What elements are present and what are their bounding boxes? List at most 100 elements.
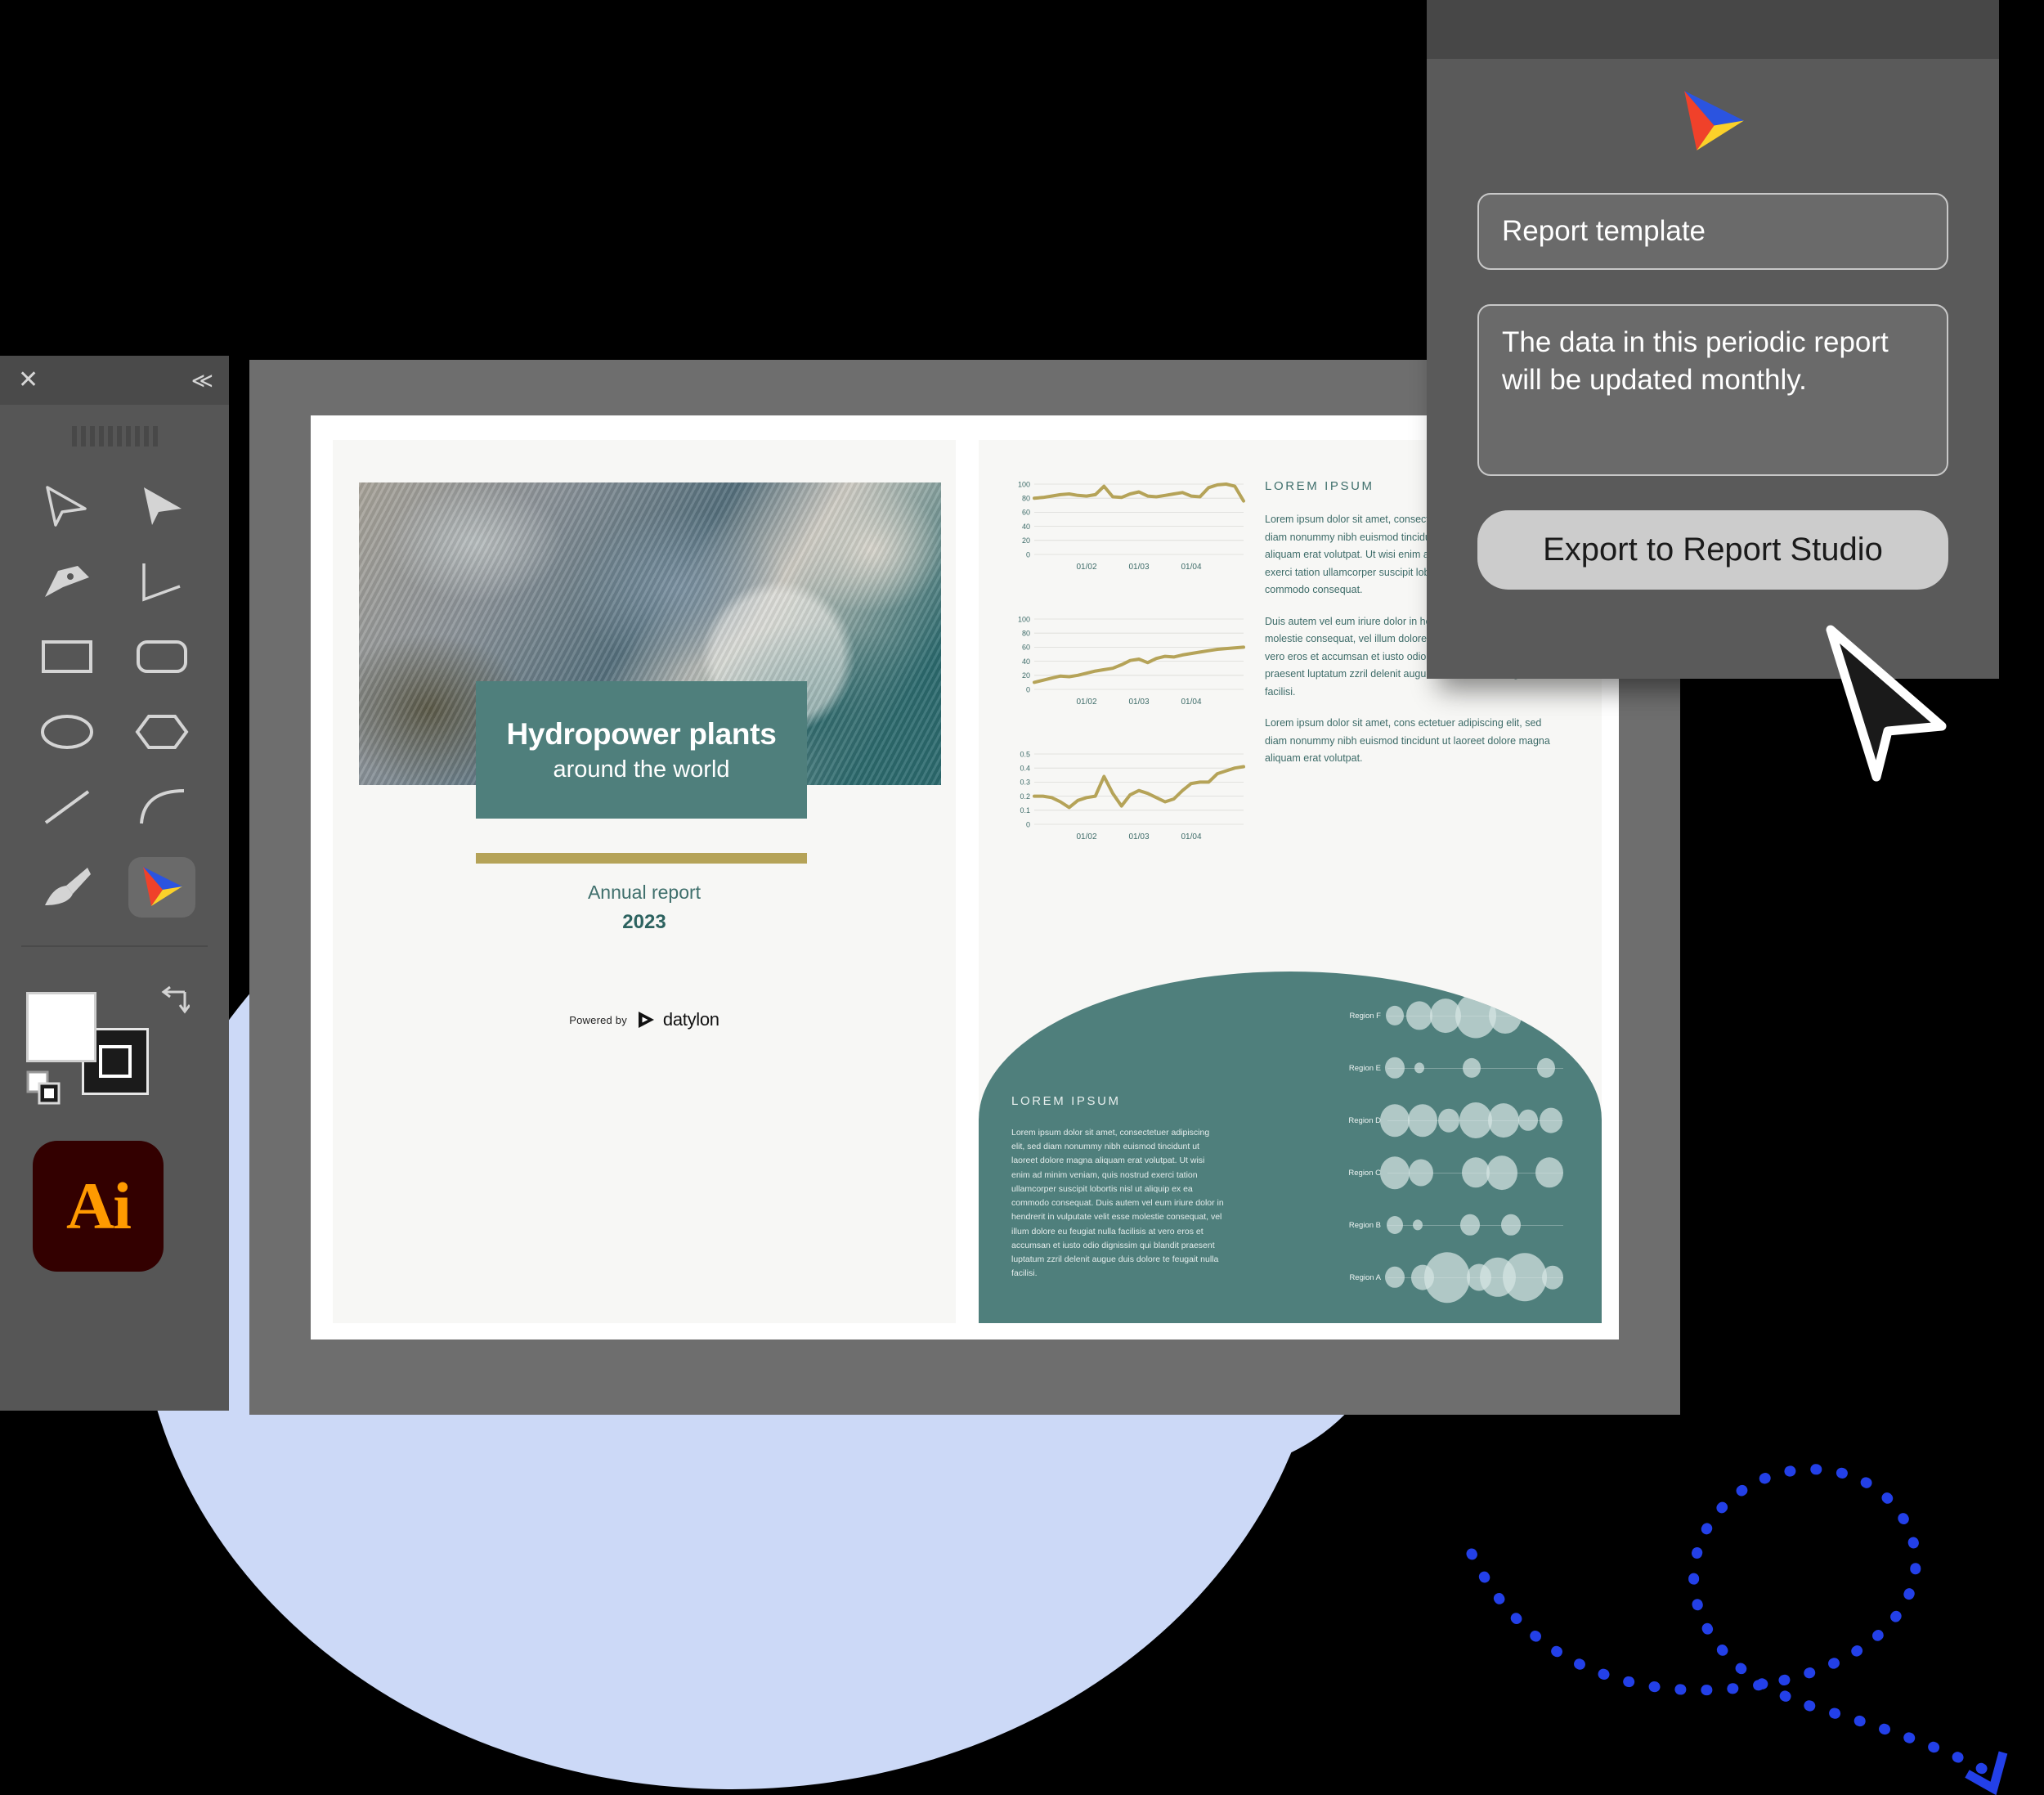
gold-divider-rule <box>476 853 807 864</box>
mini-line-chart: 0 20 40 60 80 100 01/02 01/03 01/04 <box>1005 479 1250 580</box>
report-description-input[interactable]: The data in this periodic report will be… <box>1477 304 1948 477</box>
dialog-title-bar[interactable] <box>1427 0 1999 59</box>
bubble <box>1459 1102 1492 1138</box>
svg-text:01/02: 01/02 <box>1076 698 1096 707</box>
bubble <box>1460 1214 1481 1236</box>
bubble <box>1518 1109 1538 1132</box>
bubble <box>1463 1057 1481 1079</box>
report-year-label: 2023 <box>622 911 666 933</box>
svg-text:01/03: 01/03 <box>1128 832 1149 841</box>
bubble-row-label: Region E <box>1348 1063 1381 1073</box>
svg-text:0.4: 0.4 <box>1020 765 1030 773</box>
page-subtitle: around the world <box>553 756 730 783</box>
document-page[interactable]: Hydropower plants around the world Annua… <box>311 415 1619 1340</box>
svg-text:0: 0 <box>1026 550 1030 559</box>
region-bubble-chart: Region F Region E Region D Region C Region B… <box>1342 989 1587 1308</box>
svg-text:40: 40 <box>1022 657 1030 666</box>
svg-text:0.1: 0.1 <box>1020 806 1030 814</box>
arc-tool[interactable] <box>131 782 193 832</box>
bubble-track <box>1386 1199 1563 1251</box>
polygon-tool[interactable] <box>131 707 193 757</box>
svg-text:20: 20 <box>1022 536 1030 545</box>
bubble-row: Region A <box>1342 1251 1564 1304</box>
close-icon[interactable]: ✕ <box>18 368 38 393</box>
report-template-input[interactable]: Report template <box>1477 193 1948 271</box>
bubble <box>1414 1062 1424 1074</box>
direct-selection-tool[interactable] <box>131 481 193 532</box>
bubble-track <box>1385 989 1563 1042</box>
svg-text:01/02: 01/02 <box>1076 563 1096 572</box>
default-fill-stroke-icon[interactable] <box>26 1070 62 1105</box>
cover-meta: Annual report 2023 <box>333 882 956 934</box>
datylon-play-icon <box>638 1012 654 1028</box>
bubble <box>1379 1104 1410 1137</box>
pen-tool[interactable] <box>36 556 98 607</box>
tool-panel: ✕ ≪ Ai <box>0 356 229 1411</box>
bubble <box>1438 1108 1460 1133</box>
bubble-row-label: Region A <box>1349 1272 1381 1282</box>
tool-panel-header: ✕ ≪ <box>0 356 229 405</box>
export-dialog: Report template The data in this periodi… <box>1427 0 1999 679</box>
illustrator-app-badge[interactable]: Ai <box>33 1141 164 1272</box>
bubble-row: Region E <box>1342 1042 1563 1094</box>
datylon-logo-icon <box>143 867 182 906</box>
bubble-row: Region C <box>1342 1147 1563 1199</box>
powered-by-footer: Powered by datylon <box>333 1009 956 1030</box>
teal-highlight-panel: LOREM IPSUM Lorem ipsum dolor sit amet, … <box>979 972 1602 1323</box>
bubble <box>1384 1266 1405 1289</box>
page-title: Hydropower plants <box>506 716 777 751</box>
collapse-left-icon[interactable]: ≪ <box>191 370 213 391</box>
bubble-row-label: Region F <box>1349 1011 1381 1021</box>
cover-page[interactable]: Hydropower plants around the world Annua… <box>333 440 956 1323</box>
svg-text:60: 60 <box>1022 509 1030 517</box>
bubble <box>1486 1156 1517 1190</box>
color-swatches <box>26 985 202 1116</box>
export-to-report-studio-button[interactable]: Export to Report Studio <box>1477 510 1948 590</box>
tool-grid <box>0 447 229 918</box>
drag-handle-icon[interactable] <box>0 405 229 447</box>
bubble <box>1405 1001 1432 1030</box>
bubble <box>1539 1107 1562 1133</box>
bubble <box>1384 1057 1405 1079</box>
bubble-row: Region B <box>1342 1199 1563 1251</box>
line-tool[interactable] <box>36 782 98 832</box>
bubble <box>1408 1159 1433 1187</box>
svg-text:0.2: 0.2 <box>1020 792 1030 801</box>
mini-line-chart: 0 0.1 0.2 0.3 0.4 0.5 01/02 01/03 01/04 <box>1005 749 1250 850</box>
angle-line-tool[interactable] <box>131 556 193 607</box>
bubble <box>1412 1219 1423 1231</box>
rounded-rectangle-tool[interactable] <box>131 631 193 682</box>
bubble-row-label: Region B <box>1348 1220 1381 1230</box>
swap-fill-stroke-icon[interactable] <box>155 985 190 1016</box>
ellipse-tool[interactable] <box>36 707 98 757</box>
mouse-cursor <box>1826 625 1947 782</box>
svg-text:20: 20 <box>1022 671 1030 680</box>
selection-arrow-tool[interactable] <box>36 481 98 532</box>
bubble <box>1379 1156 1410 1189</box>
teal-text-block: LOREM IPSUM Lorem ipsum dolor sit amet, … <box>1011 1094 1224 1295</box>
report-type-label: Annual report <box>587 882 702 903</box>
datylon-logo <box>1477 59 1948 193</box>
cover-title-block: Hydropower plants around the world <box>476 681 807 819</box>
svg-text:0: 0 <box>1026 820 1030 828</box>
paintbrush-tool[interactable] <box>36 862 98 913</box>
teal-section-heading: LOREM IPSUM <box>1011 1094 1121 1108</box>
svg-text:0.5: 0.5 <box>1020 750 1030 758</box>
bubble <box>1535 1157 1563 1188</box>
svg-text:80: 80 <box>1022 630 1030 638</box>
bubble <box>1461 1157 1490 1188</box>
bubble-track <box>1379 1094 1563 1147</box>
datylon-tool[interactable] <box>128 857 195 918</box>
svg-text:40: 40 <box>1022 523 1030 531</box>
fill-color-swatch[interactable] <box>26 992 96 1062</box>
svg-text:0.3: 0.3 <box>1020 779 1030 787</box>
bubble-row: Region D <box>1342 1094 1563 1147</box>
svg-text:01/03: 01/03 <box>1128 563 1149 572</box>
bubble-row: Region F <box>1342 989 1563 1042</box>
bubble-track <box>1384 1042 1563 1094</box>
svg-text:80: 80 <box>1022 495 1030 503</box>
rectangle-tool[interactable] <box>36 631 98 682</box>
bubble <box>1542 1265 1564 1290</box>
bubble <box>1502 1253 1547 1302</box>
bubble <box>1386 1216 1403 1234</box>
